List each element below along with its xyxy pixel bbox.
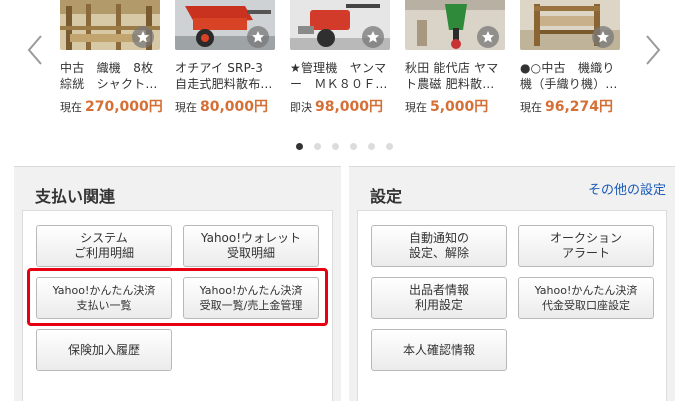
other-settings-link[interactable]: その他の設定 bbox=[588, 179, 666, 198]
price-label: 現在 bbox=[520, 101, 542, 114]
price-label: 現在 bbox=[175, 101, 197, 114]
page-dot-2[interactable] bbox=[314, 143, 321, 150]
item-image-red-spreader[interactable] bbox=[175, 0, 275, 50]
payout-account-settings-button[interactable]: Yahoo!かんたん決済 代金受取口座設定 bbox=[518, 277, 654, 319]
page-dot-3[interactable] bbox=[332, 143, 339, 150]
star-icon bbox=[597, 31, 609, 43]
star-icon bbox=[367, 31, 379, 43]
identity-verification-button[interactable]: 本人確認情報 bbox=[371, 329, 507, 371]
price-label: 現在 bbox=[60, 101, 82, 114]
item-image-green-spreader[interactable] bbox=[405, 0, 505, 50]
seller-info-settings-button[interactable]: 出品者情報 利用設定 bbox=[371, 277, 507, 319]
auction-alert-button[interactable]: オークション アラート bbox=[518, 225, 654, 267]
chevron-right-icon bbox=[646, 35, 661, 65]
button-line-2: 受取明細 bbox=[226, 246, 275, 260]
favorite-button[interactable] bbox=[132, 26, 154, 48]
item-image-cultivator[interactable] bbox=[290, 0, 390, 50]
button-line-2: ご利用明細 bbox=[73, 246, 134, 260]
item-image-loom[interactable] bbox=[60, 0, 160, 50]
insurance-history-button[interactable]: 保険加入履歴 bbox=[36, 329, 172, 371]
page-dot-4[interactable] bbox=[350, 143, 357, 150]
yahoo-wallet-receipt-button[interactable]: Yahoo!ウォレット 受取明細 bbox=[183, 225, 319, 267]
price-label: 現在 bbox=[405, 101, 427, 114]
carousel-item[interactable]: ●○中古 機織り機（手織り機）… 現在 96,274円 bbox=[520, 0, 625, 116]
carousel-item[interactable]: 中古 織機 8枚綜絖 シャクト… 現在 270,000円 bbox=[60, 0, 165, 116]
payment-panel-title: 支払い関連 bbox=[35, 187, 116, 206]
item-price: 80,000円 bbox=[200, 99, 269, 115]
price-label: 即決 bbox=[290, 101, 312, 114]
highlight-box bbox=[27, 268, 328, 326]
star-icon bbox=[252, 31, 264, 43]
chevron-left-icon bbox=[27, 35, 42, 65]
carousel-item[interactable]: 秋田 能代店 ヤマト農磁 肥料散… 現在 5,000円 bbox=[405, 0, 510, 116]
item-price: 96,274円 bbox=[545, 99, 614, 115]
item-price: 270,000円 bbox=[85, 99, 163, 115]
button-line-2: 代金受取口座設定 bbox=[542, 299, 630, 312]
recommended-items-carousel: 中古 織機 8枚綜絖 シャクト… 現在 270,000円 オチアイ SRP-3 自… bbox=[0, 0, 686, 160]
favorite-button[interactable] bbox=[362, 26, 384, 48]
item-title[interactable]: ★管理機 ヤンマー ＭＫ８０Ｆ… bbox=[290, 60, 393, 92]
item-title[interactable]: 中古 織機 8枚綜絖 シャクト… bbox=[60, 60, 163, 92]
button-line-2: アラート bbox=[561, 246, 610, 260]
button-line-1: オークション bbox=[549, 231, 622, 245]
item-image-weaving-machine[interactable] bbox=[520, 0, 620, 50]
carousel-next-button[interactable] bbox=[640, 30, 664, 70]
button-line-1: 出品者情報 bbox=[408, 283, 469, 297]
carousel-prev-button[interactable] bbox=[24, 30, 48, 70]
item-title[interactable]: ●○中古 機織り機（手織り機）… bbox=[520, 60, 623, 92]
item-title[interactable]: 秋田 能代店 ヤマト農磁 肥料散… bbox=[405, 60, 508, 92]
page-dot-1[interactable] bbox=[296, 143, 303, 150]
item-price: 5,000円 bbox=[430, 99, 489, 115]
button-line-1: システム bbox=[80, 231, 128, 245]
favorite-button[interactable] bbox=[247, 26, 269, 48]
button-line-2: 利用設定 bbox=[414, 298, 463, 312]
auto-notification-settings-button[interactable]: 自動通知の 設定、解除 bbox=[371, 225, 507, 267]
settings-panel-title: 設定 bbox=[370, 187, 403, 206]
favorite-button[interactable] bbox=[477, 26, 499, 48]
item-title[interactable]: オチアイ SRP-3 自走式肥料散布… bbox=[175, 60, 278, 92]
page-dot-5[interactable] bbox=[368, 143, 375, 150]
button-line-1: 本人確認情報 bbox=[402, 342, 475, 357]
button-line-2: 設定、解除 bbox=[408, 246, 469, 260]
button-line-1: 自動通知の bbox=[408, 231, 469, 245]
item-price: 98,000円 bbox=[315, 99, 384, 115]
carousel-item[interactable]: オチアイ SRP-3 自走式肥料散布… 現在 80,000円 bbox=[175, 0, 280, 116]
favorite-button[interactable] bbox=[592, 26, 614, 48]
button-line-1: Yahoo!ウォレット bbox=[200, 231, 302, 245]
system-usage-details-button[interactable]: システム ご利用明細 bbox=[36, 225, 172, 267]
star-icon bbox=[482, 31, 494, 43]
button-line-1: 保険加入履歴 bbox=[67, 342, 140, 357]
page-dot-6[interactable] bbox=[386, 143, 393, 150]
carousel-item[interactable]: ★管理機 ヤンマー ＭＫ８０Ｆ… 即決 98,000円 bbox=[290, 0, 395, 116]
star-icon bbox=[137, 31, 149, 43]
button-line-1: Yahoo!かんたん決済 bbox=[534, 284, 638, 297]
